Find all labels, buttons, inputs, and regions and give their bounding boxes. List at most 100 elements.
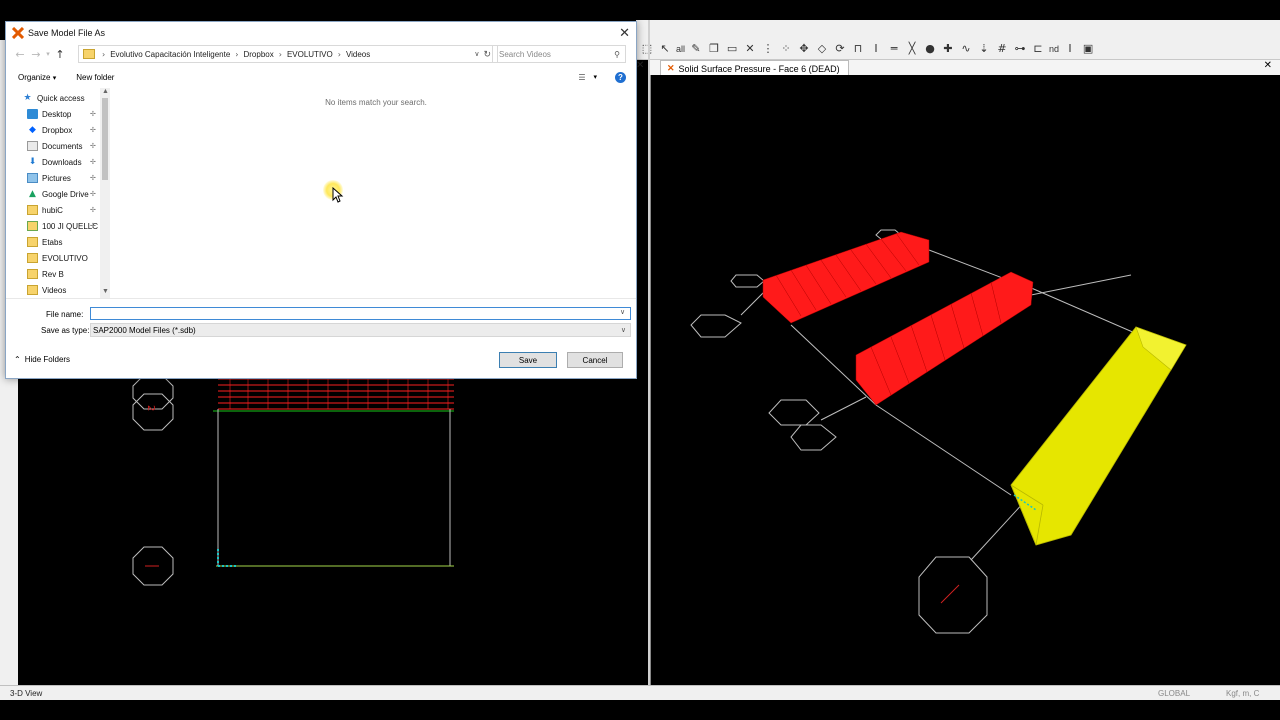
section-icon[interactable]: ⊏ bbox=[1031, 42, 1045, 56]
display-icon[interactable]: ▣ bbox=[1081, 42, 1095, 56]
link-icon[interactable]: ⊶ bbox=[1013, 42, 1027, 56]
copy-icon[interactable]: ❐ bbox=[707, 42, 721, 56]
search-input[interactable]: Search Videos ⚲ bbox=[492, 45, 626, 63]
scroll-down-icon[interactable]: ▼ bbox=[102, 288, 109, 295]
select-all-button[interactable]: all bbox=[676, 44, 685, 54]
hide-folders-toggle[interactable]: ⌃ Hide Folders bbox=[14, 355, 70, 364]
status-coord-system[interactable]: GLOBAL bbox=[1158, 687, 1190, 699]
nav-item-downloads[interactable]: ⬇ Downloads bbox=[27, 154, 82, 170]
nav-item-etabs[interactable]: Etabs bbox=[27, 234, 62, 250]
bubble-e bbox=[790, 424, 837, 451]
grid-icon[interactable]: ⋮ bbox=[761, 42, 775, 56]
shape-icon[interactable]: ◇ bbox=[815, 42, 829, 56]
view-options-icon[interactable]: ☰ bbox=[578, 73, 585, 82]
save-button[interactable]: Save bbox=[499, 352, 557, 368]
beam-icon[interactable]: ═ bbox=[887, 42, 901, 56]
folder-icon bbox=[27, 237, 38, 247]
text-icon[interactable]: I bbox=[1063, 42, 1077, 56]
nav-item-google-drive[interactable]: ▲ Google Drive bbox=[27, 186, 89, 202]
breadcrumb-evolutivo-capacitacion[interactable]: Evolutivo Capacitación Inteligente bbox=[110, 50, 230, 59]
frame-icon[interactable]: ⊓ bbox=[851, 42, 865, 56]
nav-item-dropbox[interactable]: ◆ Dropbox bbox=[27, 122, 72, 138]
help-icon[interactable]: ? bbox=[615, 71, 626, 83]
pointer-icon[interactable]: ↖ bbox=[658, 42, 672, 56]
nav-item-label: Pictures bbox=[42, 173, 71, 183]
desktop-icon bbox=[27, 109, 38, 119]
file-name-input[interactable] bbox=[90, 307, 631, 320]
organize-button[interactable]: Organize ▾ bbox=[18, 73, 56, 82]
breadcrumb-videos[interactable]: Videos bbox=[346, 50, 370, 59]
brace-icon[interactable]: ╳ bbox=[905, 42, 919, 56]
right-viewport[interactable] bbox=[650, 75, 1280, 685]
folder-icon bbox=[27, 253, 38, 263]
save-as-type-select[interactable]: SAP2000 Model Files (*.sdb) ∨ bbox=[90, 323, 631, 337]
breadcrumb-evolutivo[interactable]: EVOLUTIVO bbox=[287, 50, 333, 59]
file-name-dropdown-icon[interactable]: ∨ bbox=[620, 308, 625, 316]
nav-item-documents[interactable]: Documents bbox=[27, 138, 82, 154]
refresh-icon[interactable]: ↻ bbox=[483, 49, 491, 60]
dialog-close-icon[interactable]: ✕ bbox=[619, 25, 630, 41]
pin-icon[interactable]: ✢ bbox=[90, 190, 96, 198]
pin-icon[interactable]: ✢ bbox=[90, 222, 96, 230]
address-dropdown-icon[interactable]: ∨ bbox=[474, 50, 479, 58]
mouse-cursor-icon bbox=[332, 187, 344, 203]
pin-icon[interactable]: ✢ bbox=[90, 174, 96, 182]
right-view-close-icon[interactable]: ✕ bbox=[1264, 60, 1272, 71]
paste-icon[interactable]: ▭ bbox=[725, 42, 739, 56]
nav-item-hubic[interactable]: hubiC bbox=[27, 202, 63, 218]
spring-icon[interactable]: ∿ bbox=[959, 42, 973, 56]
back-arrow-icon[interactable]: ← bbox=[12, 48, 28, 61]
bubble-f bbox=[918, 556, 988, 634]
view-dropdown-icon[interactable]: ▾ bbox=[593, 73, 597, 81]
pin-icon[interactable]: ✢ bbox=[90, 126, 96, 134]
rotate-icon[interactable]: ⟳ bbox=[833, 42, 847, 56]
axes-icon[interactable]: ✚ bbox=[941, 42, 955, 56]
nav-item-videos[interactable]: Videos bbox=[27, 282, 66, 298]
values-icon[interactable]: # bbox=[995, 42, 1009, 56]
load-icon[interactable]: ⇣ bbox=[977, 42, 991, 56]
nav-item-label: Desktop bbox=[42, 109, 72, 119]
toolbar-nd-button[interactable]: nd bbox=[1049, 44, 1059, 54]
folder-icon bbox=[83, 49, 95, 59]
column-icon[interactable]: Ⅰ bbox=[869, 42, 883, 56]
nav-item-evolutivo[interactable]: EVOLUTIVO bbox=[27, 250, 88, 266]
new-folder-button[interactable]: New folder bbox=[76, 73, 114, 82]
pin-icon[interactable]: ✢ bbox=[90, 206, 96, 214]
recent-dropdown-icon[interactable]: ▾ bbox=[44, 50, 52, 58]
cancel-button[interactable]: Cancel bbox=[567, 352, 623, 368]
nav-item-label: EVOLUTIVO bbox=[42, 253, 88, 263]
right-view-tab[interactable]: ✕ Solid Surface Pressure - Face 6 (DEAD) bbox=[660, 60, 849, 76]
address-bar[interactable]: › Evolutivo Capacitación Inteligente › D… bbox=[78, 45, 498, 63]
nav-item-100-ji-quellc[interactable]: 100 JI QUELLC bbox=[27, 218, 98, 234]
downloads-icon: ⬇ bbox=[28, 157, 37, 167]
up-arrow-icon[interactable]: ↑ bbox=[52, 48, 68, 61]
pin-icon[interactable]: ✢ bbox=[90, 142, 96, 150]
app-toolbar: ⬚ ↖ all ✎ ❐ ▭ ✕ ⋮ ⁘ ✥ ◇ ⟳ ⊓ Ⅰ ═ ╳ ● ✚ ∿ … bbox=[636, 38, 1280, 60]
folder-icon bbox=[27, 269, 38, 279]
delete-icon[interactable]: ✕ bbox=[743, 42, 757, 56]
nav-item-desktop[interactable]: Desktop bbox=[27, 106, 71, 122]
left-view-close-icon[interactable]: ✕ bbox=[636, 60, 644, 71]
file-list[interactable]: No items match your search. bbox=[110, 88, 634, 298]
move-icon[interactable]: ✥ bbox=[797, 42, 811, 56]
divider bbox=[6, 298, 636, 299]
status-units[interactable]: Kgf, m, C bbox=[1226, 687, 1259, 699]
sap2000-icon bbox=[12, 27, 24, 39]
draw-icon[interactable]: ✎ bbox=[689, 42, 703, 56]
pin-icon[interactable]: ✢ bbox=[90, 158, 96, 166]
pin-icon[interactable]: ✢ bbox=[90, 110, 96, 118]
forward-arrow-icon[interactable]: → bbox=[28, 48, 44, 61]
nav-item-rev-b[interactable]: Rev B bbox=[27, 266, 64, 282]
joint-icon[interactable]: ● bbox=[923, 42, 937, 56]
snap-icon[interactable]: ⁘ bbox=[779, 42, 793, 56]
breadcrumb-dropbox[interactable]: Dropbox bbox=[243, 50, 273, 59]
nav-scrollbar-thumb[interactable] bbox=[102, 98, 108, 180]
select-icon[interactable]: ⬚ bbox=[640, 42, 654, 56]
network-folder-icon bbox=[27, 221, 38, 231]
dialog-title-bar[interactable]: Save Model File As bbox=[6, 22, 636, 44]
nav-item-pictures[interactable]: Pictures bbox=[27, 170, 71, 186]
empty-message: No items match your search. bbox=[325, 98, 427, 107]
documents-icon bbox=[27, 141, 38, 151]
organize-dropdown-icon: ▾ bbox=[52, 74, 57, 82]
scroll-up-icon[interactable]: ▲ bbox=[102, 88, 109, 95]
